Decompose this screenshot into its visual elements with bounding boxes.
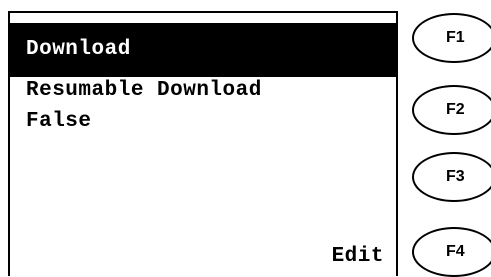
f1-button[interactable]: F1 — [412, 13, 491, 63]
setting-name: Resumable Download — [26, 79, 262, 102]
f3-button[interactable]: F3 — [412, 152, 491, 202]
f4-button[interactable]: F4 — [412, 227, 491, 277]
device-display: Download Resumable Download False Edit — [8, 11, 398, 276]
f2-button[interactable]: F2 — [412, 85, 491, 135]
menu-title: Download — [10, 23, 396, 77]
softkey-label-edit: Edit — [331, 245, 384, 268]
setting-value: False — [26, 110, 92, 133]
